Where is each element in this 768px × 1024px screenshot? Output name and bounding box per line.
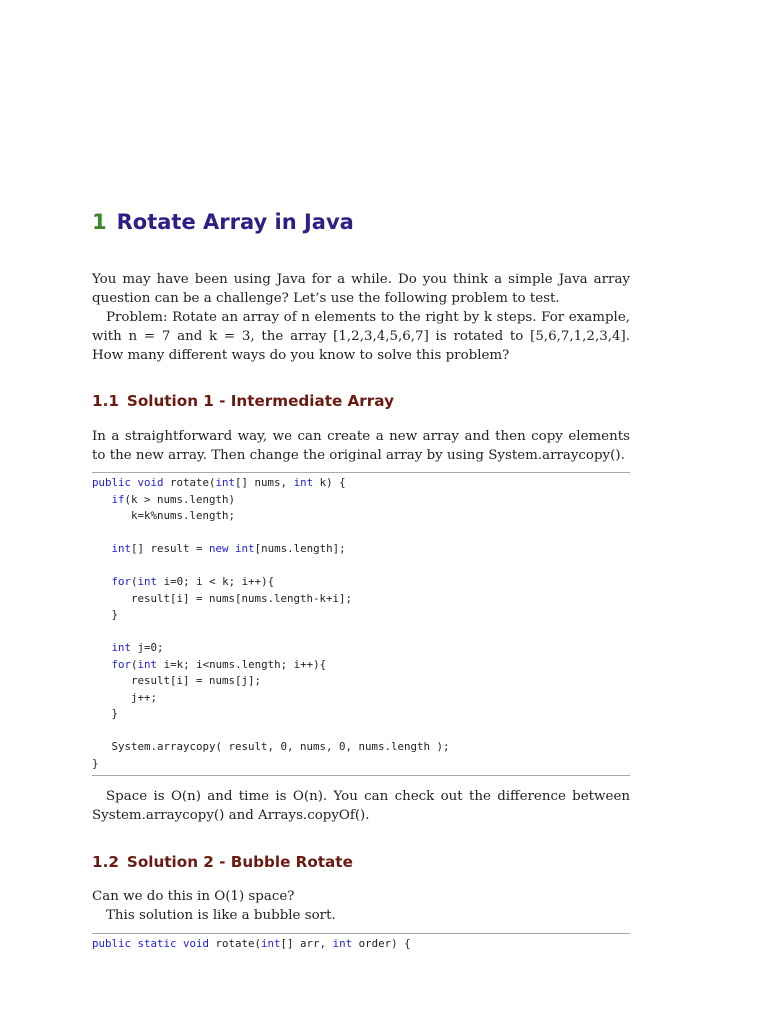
code-line: result[i] = nums[j]; xyxy=(92,673,630,690)
code-block: public static void rotate(int[] arr, int… xyxy=(92,936,630,953)
code-line: System.arraycopy( result, 0, nums, 0, nu… xyxy=(92,739,630,756)
code-line: int[] result = new int[nums.length]; xyxy=(92,541,630,558)
code-line: } xyxy=(92,756,630,773)
code-text: result[i] = nums[nums.length-k+i]; xyxy=(92,591,353,605)
code-line: } xyxy=(92,706,630,723)
section2-paragraph-1: Can we do this in O(1) space? xyxy=(92,889,295,904)
code-line: for(int i=k; i<nums.length; i++){ xyxy=(92,657,630,674)
code-line: public void rotate(int[] nums, int k) { xyxy=(92,475,630,492)
code-text: [] arr, xyxy=(280,937,333,950)
section-number: 1.1 xyxy=(92,392,119,410)
code-text: order) { xyxy=(352,937,411,950)
section-number: 1.2 xyxy=(92,853,119,871)
code-keyword: if xyxy=(111,492,125,506)
code-text: i=k; i<nums.length; i++){ xyxy=(157,657,327,671)
code-line: result[i] = nums[nums.length-k+i]; xyxy=(92,591,630,608)
code-listing-bottom-rule xyxy=(92,775,630,776)
intro-paragraph-1: You may have been using Java for a while… xyxy=(92,272,630,306)
code-line: public static void rotate(int[] arr, int… xyxy=(92,936,630,953)
code-keyword: new int xyxy=(209,542,255,555)
section-title: Solution 1 - Intermediate Array xyxy=(126,392,394,410)
code-keyword: int xyxy=(111,641,132,654)
code-line: j++; xyxy=(92,690,630,707)
code-line: k=k%nums.length; xyxy=(92,508,630,525)
section1-paragraph-1: In a straightforward way, we can create … xyxy=(92,429,630,463)
code-keyword: for xyxy=(111,575,132,588)
code-text: } xyxy=(92,707,119,720)
code-text: k=k%nums.length; xyxy=(92,509,236,522)
code-text: [] result = xyxy=(131,542,210,555)
section1-paragraph-2-wrap: Space is O(n) and time is O(n). You can … xyxy=(92,787,630,825)
intro-paragraph-2: Problem: Rotate an array of n elements t… xyxy=(92,310,630,363)
code-listing-2-top-rule xyxy=(92,933,630,934)
section1-paragraph-1-wrap: In a straightforward way, we can create … xyxy=(92,427,630,465)
section1-paragraph-2: Space is O(n) and time is O(n). You can … xyxy=(92,789,630,823)
code-text: } xyxy=(92,608,119,621)
code-text: result[i] = nums[j]; xyxy=(92,674,262,687)
code-keyword: for xyxy=(111,657,132,671)
section-heading-1-1: 1.1 Solution 1 - Intermediate Array xyxy=(92,392,630,410)
code-listing-2: public static void rotate(int[] arr, int… xyxy=(92,936,630,953)
section-heading-1-2: 1.2 Solution 2 - Bubble Rotate xyxy=(92,853,630,871)
code-keyword: int xyxy=(137,575,158,588)
chapter-heading: 1 Rotate Array in Java xyxy=(92,210,354,234)
code-text: System.arraycopy( result, 0, nums, 0, nu… xyxy=(92,740,450,753)
intro-section: You may have been using Java for a while… xyxy=(92,270,630,365)
code-text: k) { xyxy=(313,476,346,489)
code-text: j++; xyxy=(92,690,158,704)
code-text: j=0; xyxy=(131,641,164,654)
section2-text: Can we do this in O(1) space? This solut… xyxy=(92,887,630,925)
code-text: rotate( xyxy=(215,937,262,950)
section2-paragraph-2: This solution is like a bubble sort. xyxy=(106,908,336,923)
code-text: [] nums, xyxy=(235,476,294,489)
chapter-number: 1 xyxy=(92,210,107,234)
code-keyword: public static void xyxy=(92,937,216,950)
code-keyword: int xyxy=(111,542,132,555)
code-text: i=0; i < k; i++){ xyxy=(157,575,275,588)
code-line: int j=0; xyxy=(92,640,630,657)
code-keyword: int xyxy=(332,937,353,950)
code-line: } xyxy=(92,607,630,624)
code-keyword: int xyxy=(261,937,281,950)
code-text: (k > nums.length) xyxy=(124,492,236,506)
code-keyword: int xyxy=(137,657,158,671)
code-line: if(k > nums.length) xyxy=(92,492,630,509)
code-listing-top-rule xyxy=(92,472,630,473)
code-listing-1: public void rotate(int[] nums, int k) { … xyxy=(92,475,630,772)
code-text: } xyxy=(92,756,99,770)
code-block: public void rotate(int[] nums, int k) { … xyxy=(92,475,630,772)
code-keyword: int xyxy=(215,476,236,489)
code-text: rotate( xyxy=(170,476,216,489)
chapter-title: Rotate Array in Java xyxy=(116,210,354,234)
section-title: Solution 2 - Bubble Rotate xyxy=(126,853,353,871)
code-keyword: int xyxy=(293,476,314,489)
code-line: for(int i=0; i < k; i++){ xyxy=(92,574,630,591)
code-text: [nums.length]; xyxy=(254,542,346,555)
code-keyword: public void xyxy=(92,476,171,489)
